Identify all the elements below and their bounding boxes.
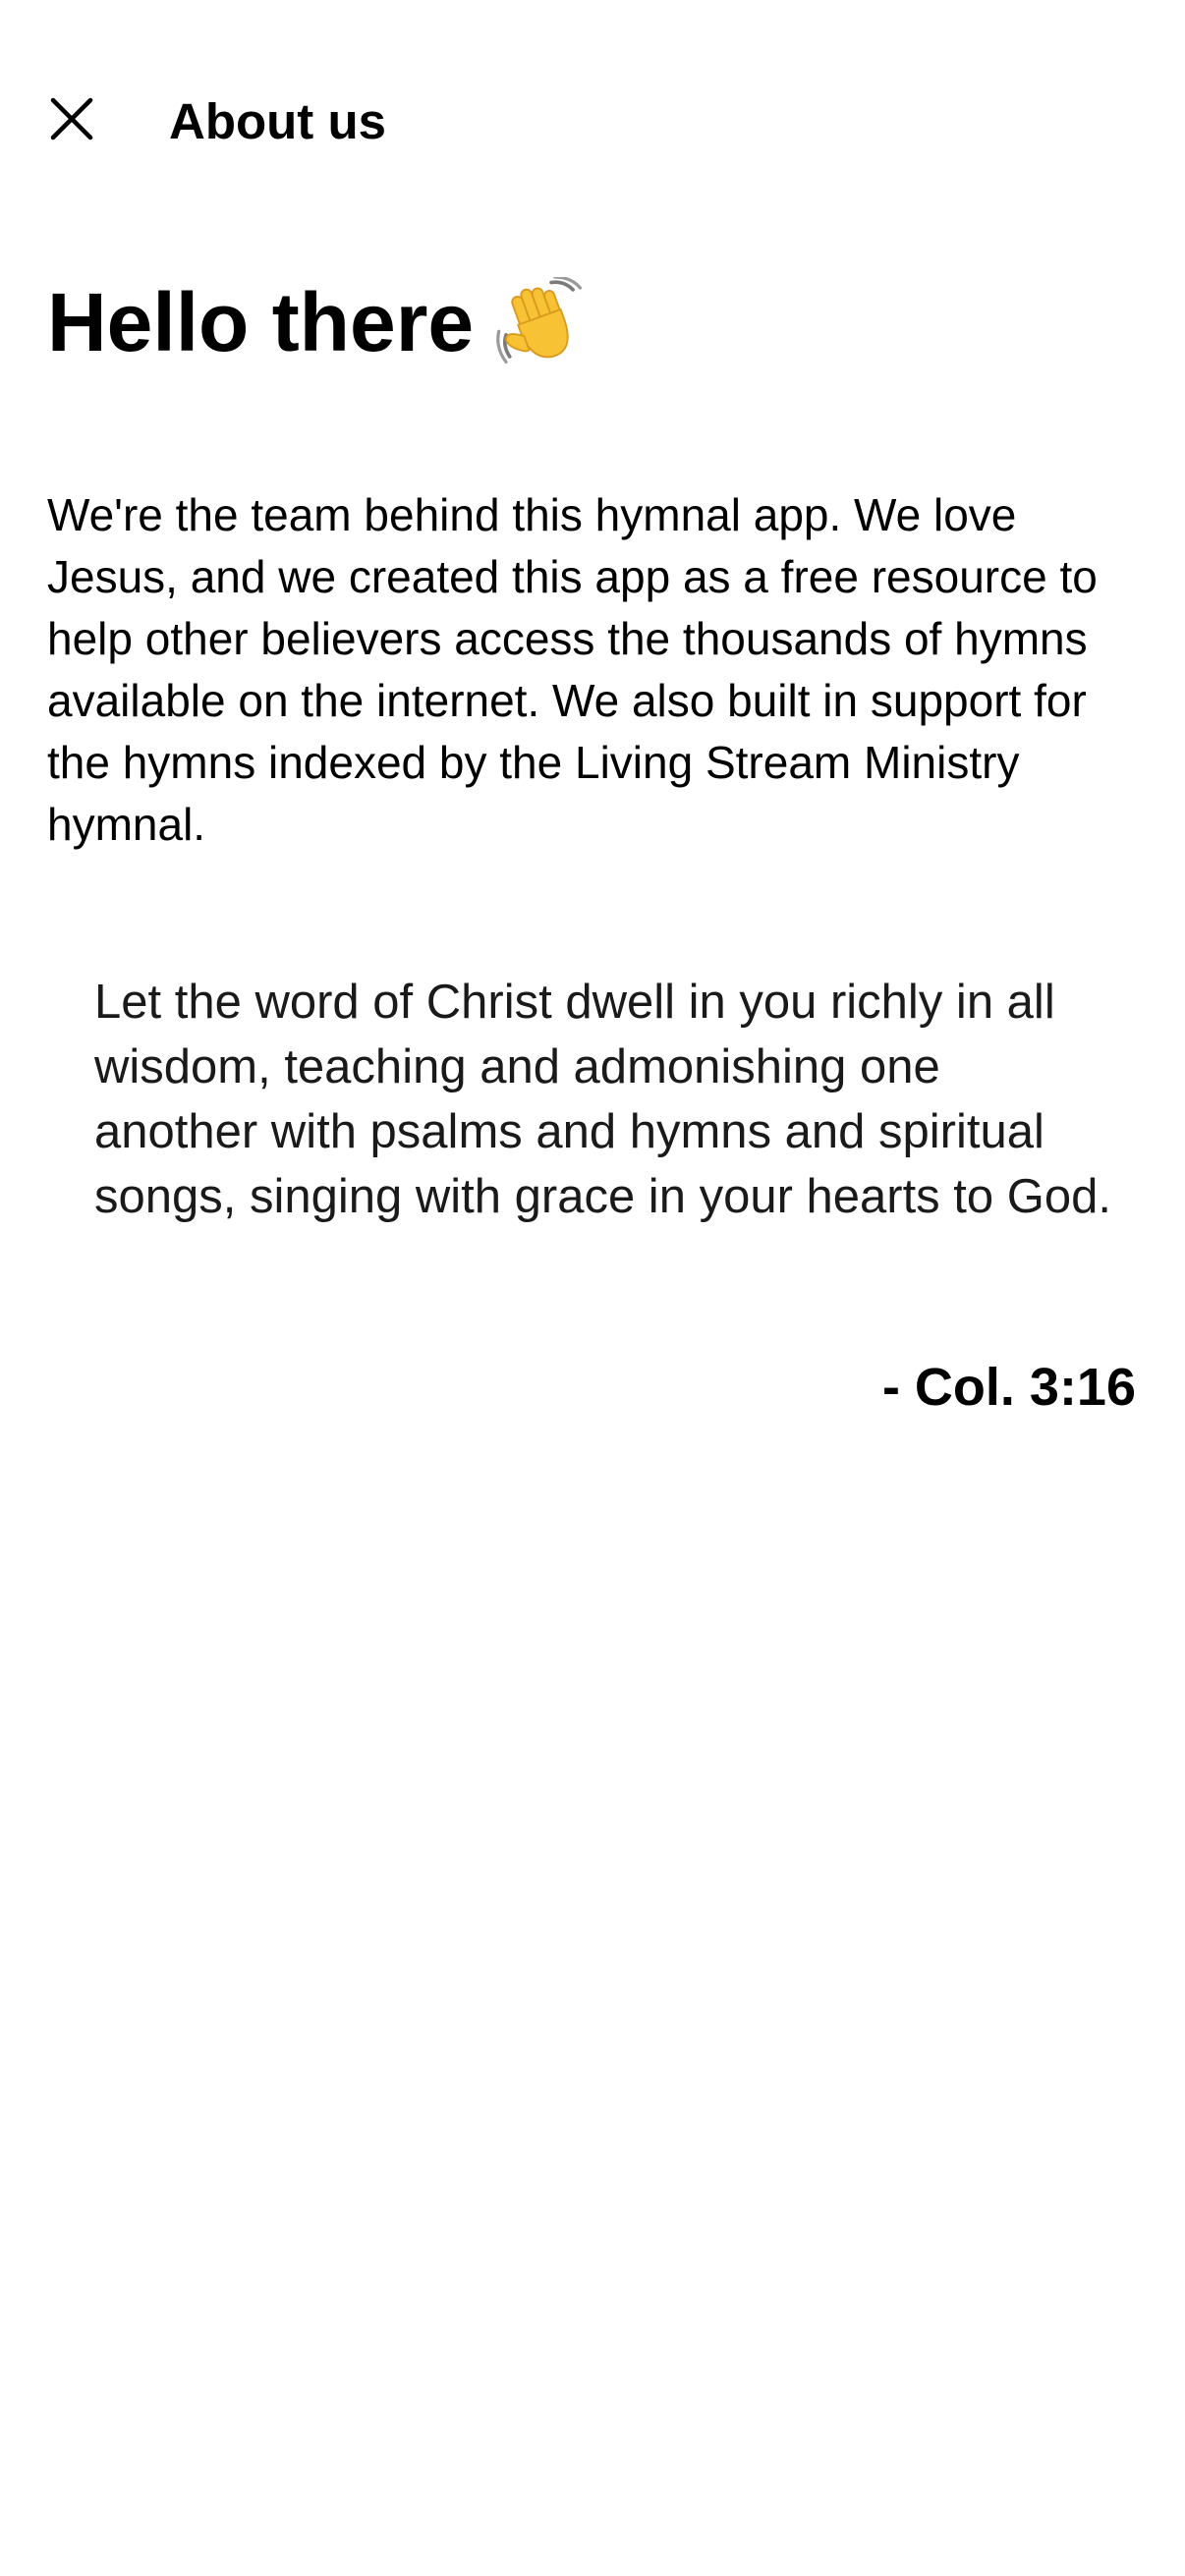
intro-paragraph: We're the team behind this hymnal app. W… — [47, 489, 1098, 850]
greeting-heading: Hello there — [47, 271, 586, 373]
waving-hand-icon — [496, 277, 583, 364]
close-icon — [50, 97, 93, 140]
greeting-text: Hello there — [47, 276, 475, 368]
close-button[interactable] — [29, 77, 114, 161]
page-title: About us — [169, 93, 386, 149]
scripture-reference: - Col. 3:16 — [881, 1358, 1136, 1417]
scripture-quote: Let the word of Christ dwell in you rich… — [94, 976, 1112, 1223]
app-bar: About us — [0, 0, 1185, 246]
